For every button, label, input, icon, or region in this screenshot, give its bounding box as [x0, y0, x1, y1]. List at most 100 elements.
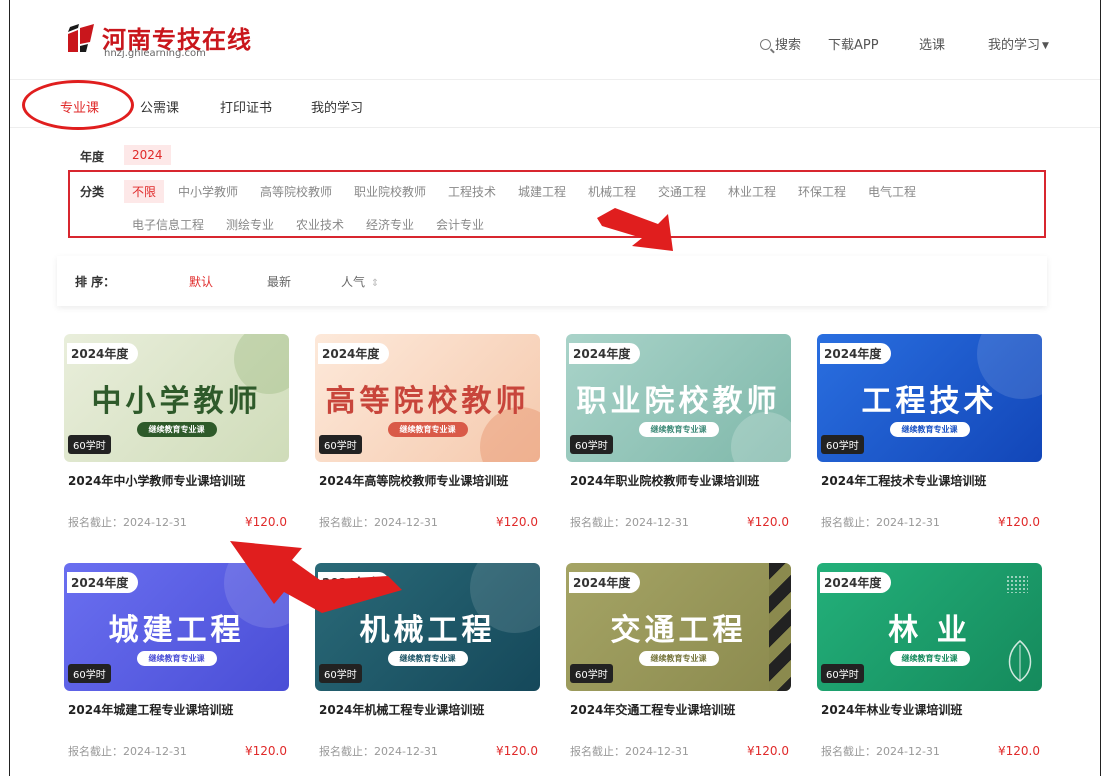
my-learning-label: 我的学习	[988, 38, 1041, 53]
category-chip[interactable]: 高等院校教师	[252, 180, 340, 203]
cover-subtitle: 继续教育专业课	[638, 422, 719, 437]
course-card[interactable]: 2024年度 机械工程 继续教育专业课 60学时 2024年机械工程专业课培训班…	[315, 563, 540, 758]
course-price: ¥120.0	[747, 744, 789, 758]
course-cover[interactable]: 2024年度 工程技术 继续教育专业课 60学时	[817, 334, 1042, 462]
category-chip[interactable]: 城建工程	[510, 180, 574, 203]
course-card[interactable]: 2024年度 职业院校教师 继续教育专业课 60学时 2024年职业院校教师专业…	[566, 334, 791, 529]
course-card[interactable]: 2024年度 高等院校教师 继续教育专业课 60学时 2024年高等院校教师专业…	[315, 334, 540, 529]
sort-bar: 排 序： 默认 最新 人气 ⇕	[57, 256, 1047, 306]
course-cover[interactable]: 2024年度 机械工程 继续教育专业课 60学时	[315, 563, 540, 691]
course-price: ¥120.0	[998, 744, 1040, 758]
course-cover[interactable]: 2024年度 高等院校教师 继续教育专业课 60学时	[315, 334, 540, 462]
year-badge: 2024年度	[569, 572, 641, 593]
course-cover[interactable]: 2024年度 城建工程 继续教育专业课 60学时	[64, 563, 289, 691]
cover-subtitle: 继续教育专业课	[387, 651, 468, 666]
category-chip[interactable]: 不限	[124, 180, 165, 203]
caret-down-icon: ▼	[1042, 41, 1049, 51]
course-title[interactable]: 2024年城建工程专业课培训班	[68, 701, 233, 718]
course-title[interactable]: 2024年职业院校教师专业课培训班	[570, 472, 759, 489]
tab-print-certificate[interactable]: 打印证书	[220, 97, 272, 116]
category-chip[interactable]: 职业院校教师	[346, 180, 434, 203]
main-tabs: 专业课 公需课 打印证书 我的学习	[10, 80, 1100, 128]
hours-badge: 60学时	[821, 435, 864, 454]
category-chip[interactable]: 机械工程	[580, 180, 644, 203]
course-title[interactable]: 2024年工程技术专业课培训班	[821, 472, 986, 489]
cover-title: 职业院校教师	[576, 384, 781, 419]
course-card[interactable]: 2024年度 中小学教师 继续教育专业课 60学时 2024年中小学教师专业课培…	[64, 334, 289, 529]
course-deadline: 报名截止：2024-12-31	[68, 745, 187, 758]
hours-badge: 60学时	[570, 664, 613, 683]
my-learning-menu[interactable]: 我的学习 ▼	[988, 34, 1049, 53]
category-chip[interactable]: 电气工程	[860, 180, 924, 203]
brand-url: hnzj.ghlearning.com	[104, 48, 206, 59]
site-header: 河南专技在线 hnzj.ghlearning.com 搜索 下载APP 选课 我…	[10, 0, 1100, 80]
sort-label: 排 序：	[75, 275, 116, 289]
year-badge: 2024年度	[569, 343, 641, 364]
search-link[interactable]: 搜索	[760, 34, 801, 53]
course-card[interactable]: 2024年度 城建工程 继续教育专业课 60学时 2024年城建工程专业课培训班…	[64, 563, 289, 758]
logo-icon[interactable]	[66, 24, 96, 54]
dot-grid-decoration	[1006, 575, 1028, 593]
search-icon	[760, 39, 771, 50]
course-cover[interactable]: 2024年度 交通工程 继续教育专业课 60学时	[566, 563, 791, 691]
download-app-link[interactable]: 下载APP	[828, 34, 879, 53]
cover-subtitle: 继续教育专业课	[387, 422, 468, 437]
year-badge: 2024年度	[820, 343, 892, 364]
year-badge: 2024年度	[67, 572, 139, 593]
year-badge: 2024年度	[318, 572, 390, 593]
course-card[interactable]: 2024年度 林 业 继续教育专业课 60学时 2024年林业专业课培训班 报名…	[817, 563, 1042, 758]
cover-subtitle: 继续教育专业课	[638, 651, 719, 666]
category-chip[interactable]: 农业技术	[288, 213, 352, 236]
course-title[interactable]: 2024年机械工程专业课培训班	[319, 701, 484, 718]
course-cover[interactable]: 2024年度 林 业 继续教育专业课 60学时	[817, 563, 1042, 691]
hours-badge: 60学时	[821, 664, 864, 683]
course-title[interactable]: 2024年中小学教师专业课培训班	[68, 472, 245, 489]
category-chip[interactable]: 会计专业	[428, 213, 492, 236]
course-price: ¥120.0	[496, 515, 538, 529]
year-label: 年度	[80, 150, 105, 164]
category-chip[interactable]: 中小学教师	[170, 180, 246, 203]
sort-default[interactable]: 默认	[189, 273, 213, 290]
cover-title: 机械工程	[359, 613, 496, 648]
course-deadline: 报名截止：2024-12-31	[821, 516, 940, 529]
category-chip[interactable]: 测绘专业	[218, 213, 282, 236]
hours-badge: 60学时	[68, 435, 111, 454]
course-card[interactable]: 2024年度 工程技术 继续教育专业课 60学时 2024年工程技术专业课培训班…	[817, 334, 1042, 529]
leaf-icon	[1008, 640, 1032, 682]
course-deadline: 报名截止：2024-12-31	[821, 745, 940, 758]
cover-subtitle: 继续教育专业课	[136, 422, 217, 437]
course-cover[interactable]: 2024年度 职业院校教师 继续教育专业课 60学时	[566, 334, 791, 462]
course-title[interactable]: 2024年林业专业课培训班	[821, 701, 962, 718]
year-chip-2024[interactable]: 2024	[124, 145, 171, 165]
cover-title: 城建工程	[108, 613, 245, 648]
course-title[interactable]: 2024年高等院校教师专业课培训班	[319, 472, 508, 489]
arrow-annotation-up	[597, 208, 673, 251]
course-title[interactable]: 2024年交通工程专业课培训班	[570, 701, 735, 718]
year-badge: 2024年度	[67, 343, 139, 364]
hours-badge: 60学时	[319, 664, 362, 683]
cover-subtitle: 继续教育专业课	[136, 651, 217, 666]
hours-badge: 60学时	[68, 664, 111, 683]
search-label: 搜索	[775, 38, 802, 53]
course-cover[interactable]: 2024年度 中小学教师 继续教育专业课 60学时	[64, 334, 289, 462]
category-chip[interactable]: 交通工程	[650, 180, 714, 203]
course-deadline: 报名截止：2024-12-31	[319, 516, 438, 529]
course-price: ¥120.0	[998, 515, 1040, 529]
category-chip[interactable]: 经济专业	[358, 213, 422, 236]
year-badge: 2024年度	[318, 343, 390, 364]
sort-popularity[interactable]: 人气 ⇕	[341, 273, 379, 290]
choose-course-link[interactable]: 选课	[919, 34, 945, 53]
course-price: ¥120.0	[747, 515, 789, 529]
category-chip[interactable]: 工程技术	[440, 180, 504, 203]
tab-public[interactable]: 公需课	[140, 97, 179, 116]
sort-newest[interactable]: 最新	[267, 273, 291, 290]
course-card[interactable]: 2024年度 交通工程 继续教育专业课 60学时 2024年交通工程专业课培训班…	[566, 563, 791, 758]
category-chip[interactable]: 林业工程	[720, 180, 784, 203]
course-price: ¥120.0	[245, 515, 287, 529]
tab-professional[interactable]: 专业课	[60, 97, 99, 116]
cover-title: 工程技术	[861, 384, 998, 419]
category-chip[interactable]: 电子信息工程	[124, 213, 212, 236]
cover-title: 中小学教师	[91, 384, 262, 419]
category-chip[interactable]: 环保工程	[790, 180, 854, 203]
tab-my-learning[interactable]: 我的学习	[311, 97, 363, 116]
